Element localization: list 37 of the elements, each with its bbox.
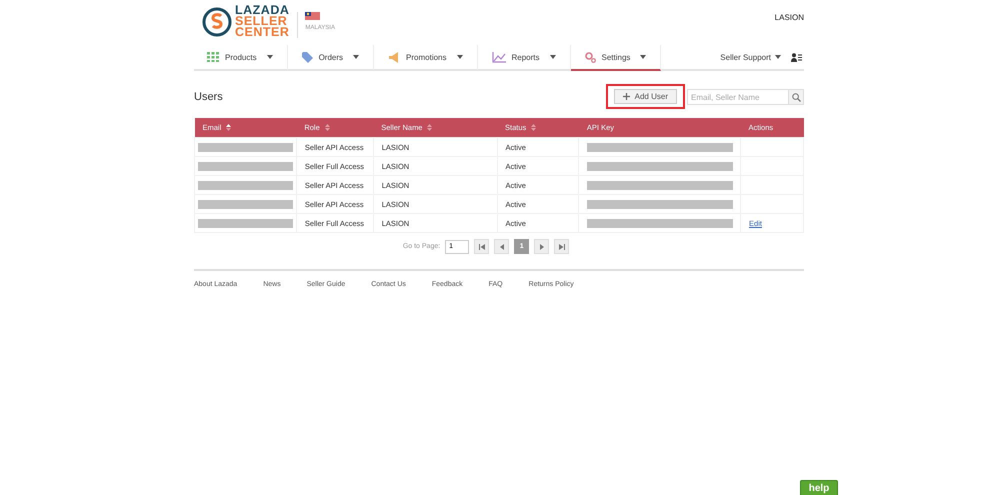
plus-icon xyxy=(622,92,630,100)
next-page-button[interactable] xyxy=(534,239,550,254)
last-page-icon xyxy=(558,244,565,250)
caret-icon xyxy=(266,55,273,59)
sort-ascending-icon[interactable] xyxy=(226,124,232,131)
nav-tab[interactable]: Settings xyxy=(570,45,662,71)
nav-tab[interactable]: Promotions xyxy=(374,45,478,71)
flag-icon xyxy=(305,12,320,20)
seller-support-menu[interactable]: Seller Support xyxy=(720,52,781,62)
previous-page-button[interactable] xyxy=(494,239,510,254)
caret-icon xyxy=(353,55,360,59)
search-field[interactable]: Email, Seller Name xyxy=(687,89,804,105)
search-icon xyxy=(792,92,800,102)
caret-icon xyxy=(640,55,646,59)
next-page-icon xyxy=(540,244,544,250)
nav-tab[interactable]: Orders xyxy=(288,45,374,71)
previous-page-icon xyxy=(500,244,504,250)
add-user-button[interactable]: Add User xyxy=(614,88,677,104)
search-button[interactable] xyxy=(788,90,803,104)
logo-text: LAZADA SELLER CENTER xyxy=(235,5,290,38)
caret-icon xyxy=(550,55,556,59)
first-page-button[interactable] xyxy=(474,239,490,254)
nav-tab[interactable]: Reports xyxy=(478,45,571,71)
caret-icon xyxy=(456,55,462,59)
caret-icon xyxy=(775,55,781,59)
gear-icon xyxy=(584,52,596,62)
tag-icon xyxy=(302,52,313,62)
first-page-icon xyxy=(478,244,485,250)
chart-icon xyxy=(492,52,506,62)
nav-tab[interactable]: Products xyxy=(194,45,288,71)
last-page-button[interactable] xyxy=(554,239,570,254)
megaphone-icon xyxy=(388,52,400,62)
page-title: Users xyxy=(194,91,223,103)
user-list-icon[interactable] xyxy=(791,52,802,62)
grid-icon xyxy=(207,52,219,62)
logo-icon xyxy=(202,6,232,36)
account-name[interactable]: LASION xyxy=(774,13,804,22)
